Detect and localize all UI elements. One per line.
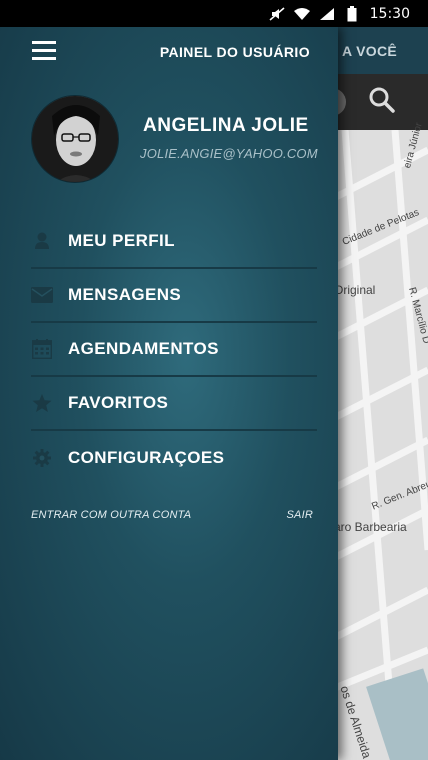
- star-icon: [30, 393, 54, 413]
- user-name: ANGELINA JOLIE: [143, 115, 309, 136]
- switch-account-link[interactable]: ENTRAR COM OUTRA CONTA: [31, 509, 191, 521]
- drawer-menu: MEU PERFIL MENSAGENS AGENDAMENTOS FAVORI…: [31, 215, 317, 485]
- user-icon: [30, 231, 54, 251]
- menu-item-configuracoes[interactable]: CONFIGURAÇOES: [31, 431, 317, 485]
- menu-item-label: MENSAGENS: [68, 285, 182, 304]
- menu-item-favoritos[interactable]: FAVORITOS: [31, 377, 317, 431]
- background-header-text: S A VOCÊ: [328, 42, 397, 59]
- wifi-icon: [293, 7, 311, 21]
- user-email: JOLIE.ANGIE@YAHOO.COM: [140, 146, 318, 161]
- menu-item-mensagens[interactable]: MENSAGENS: [31, 269, 317, 323]
- signal-icon: [318, 7, 336, 21]
- map-label: aro Barbearia: [334, 520, 407, 534]
- gear-icon: [30, 448, 54, 468]
- mute-icon: [268, 6, 286, 21]
- calendar-icon: [30, 339, 54, 359]
- menu-item-label: AGENDAMENTOS: [68, 339, 219, 358]
- drawer-title: PAINEL DO USUÁRIO: [159, 44, 310, 60]
- logout-link[interactable]: SAIR: [287, 509, 313, 521]
- avatar[interactable]: [31, 95, 119, 183]
- menu-item-meu-perfil[interactable]: MEU PERFIL: [31, 215, 317, 269]
- navigation-drawer: PAINEL DO USUÁRIO ANGELINA JOLIE JOLIE.A…: [0, 27, 338, 760]
- drawer-footer: ENTRAR COM OUTRA CONTA SAIR: [31, 509, 313, 521]
- hamburger-menu-icon[interactable]: [32, 41, 56, 61]
- menu-item-label: CONFIGURAÇOES: [68, 448, 225, 467]
- menu-item-label: MEU PERFIL: [68, 231, 175, 250]
- battery-icon: [343, 5, 361, 21]
- status-time: 15:30: [369, 5, 410, 22]
- status-bar: 15:30: [0, 0, 428, 27]
- menu-item-label: FAVORITOS: [68, 393, 169, 412]
- search-icon[interactable]: [368, 86, 396, 119]
- map-label: Original: [334, 283, 376, 297]
- avatar-portrait: [32, 96, 118, 182]
- envelope-icon: [30, 285, 54, 305]
- menu-item-agendamentos[interactable]: AGENDAMENTOS: [31, 323, 317, 377]
